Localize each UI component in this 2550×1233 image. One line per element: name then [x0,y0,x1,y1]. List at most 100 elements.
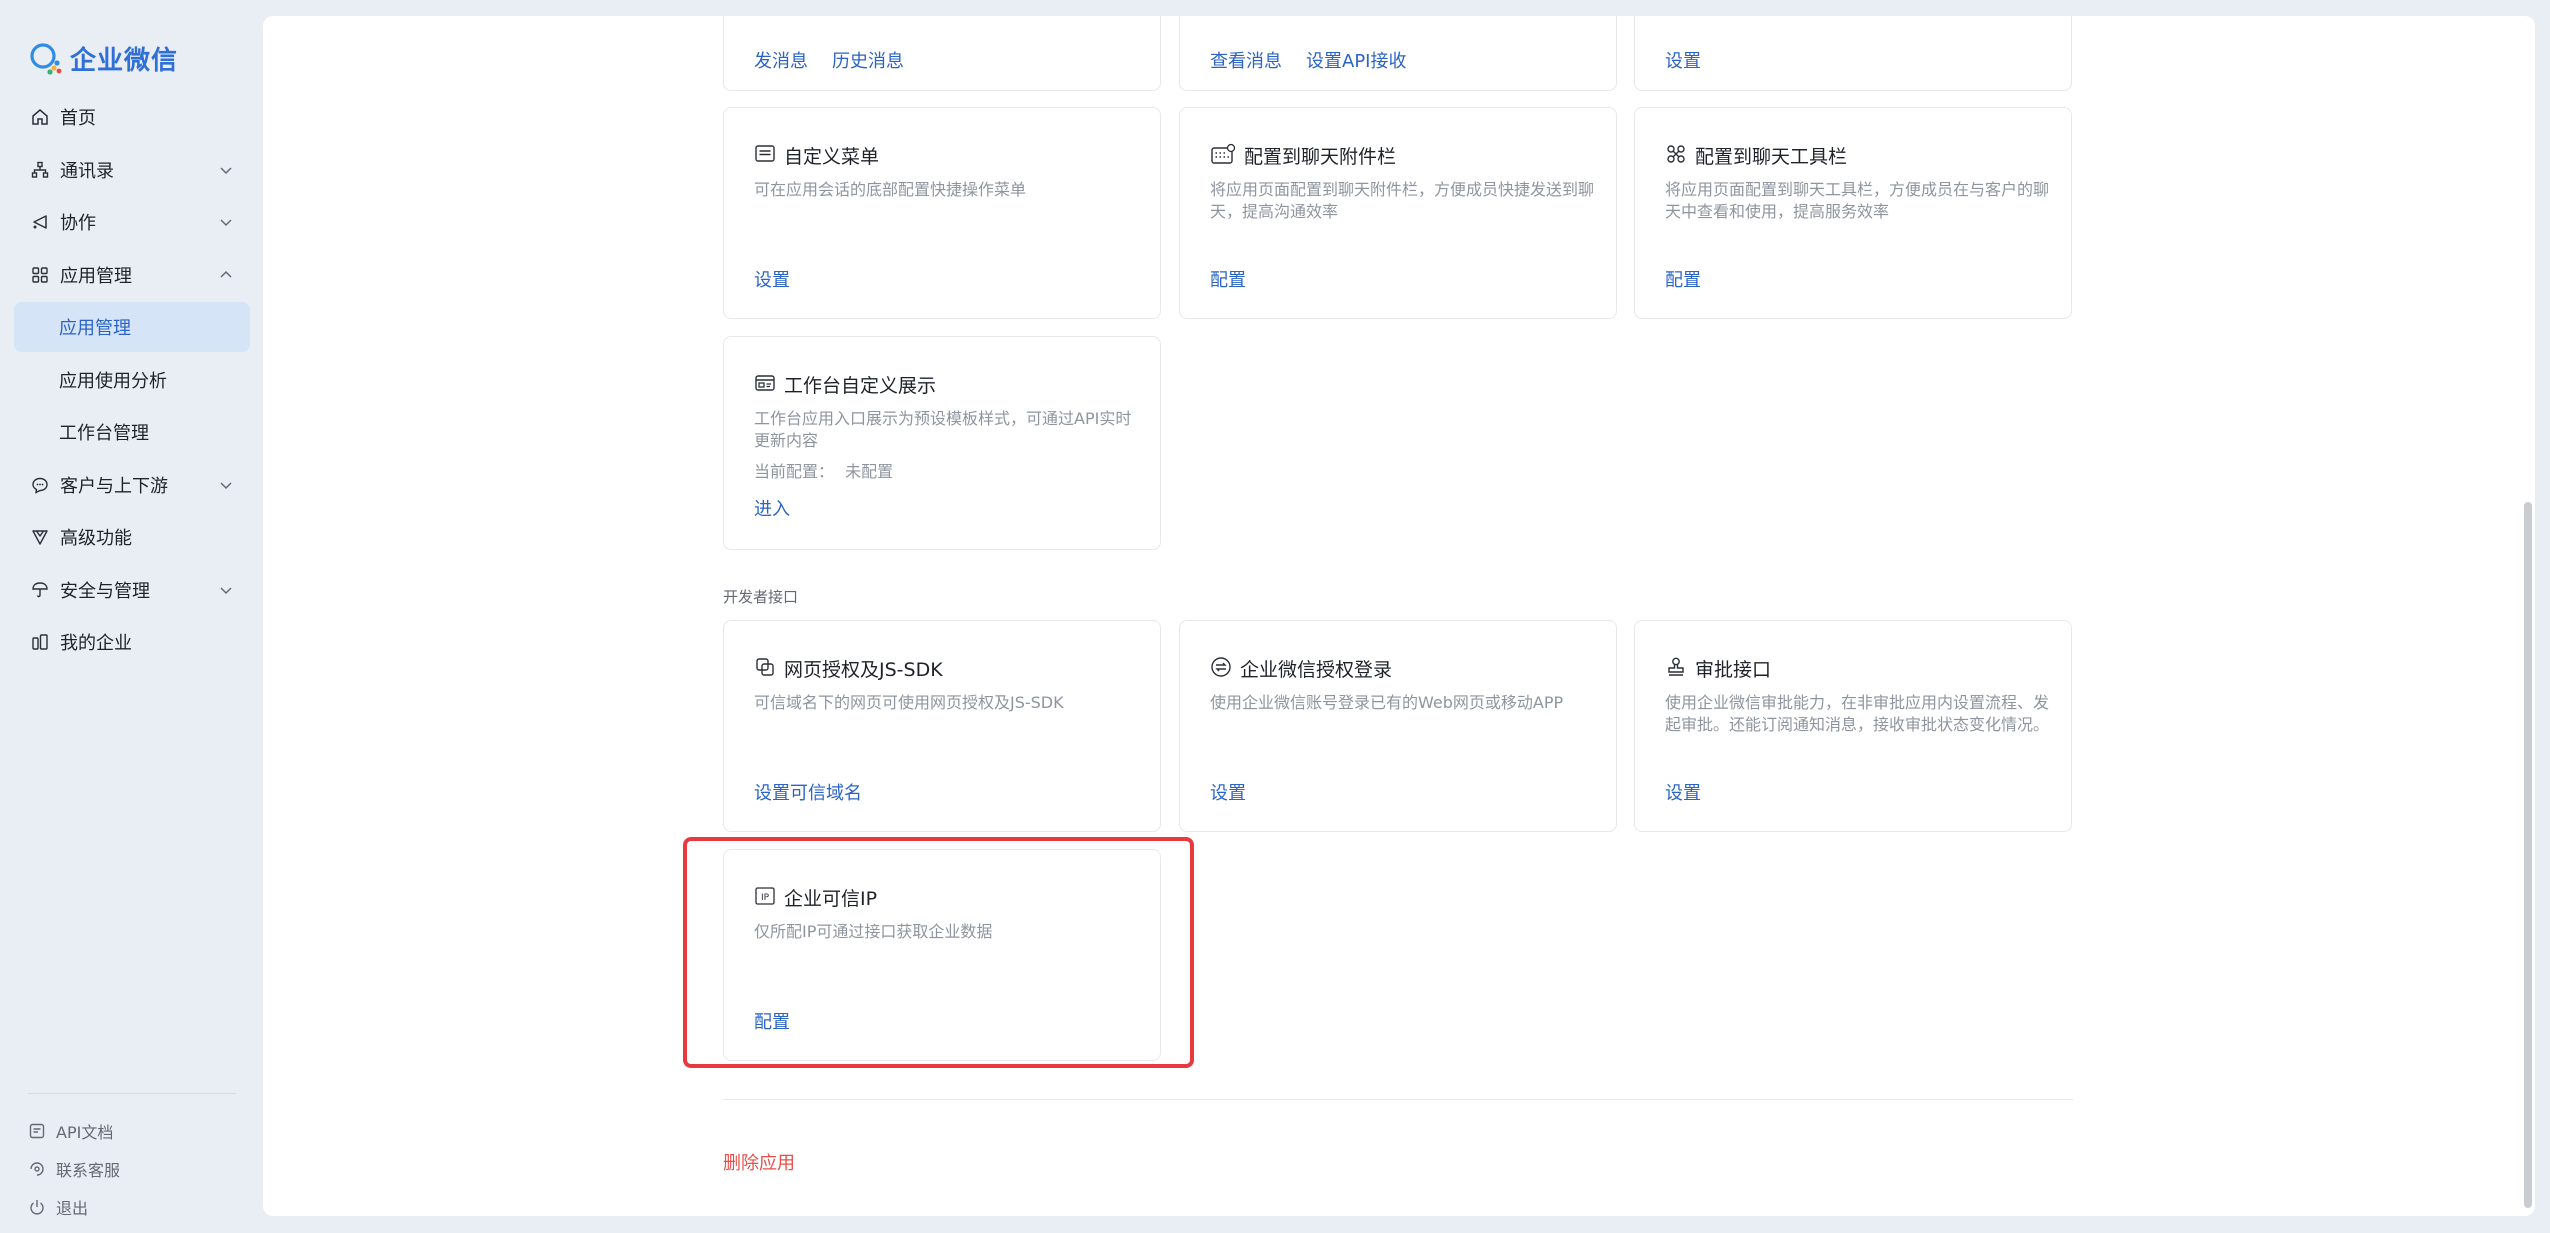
collab-icon [30,212,50,232]
set-api-receive-link[interactable]: 设置API接收 [1306,47,1406,73]
message-history-link[interactable]: 历史消息 [832,47,904,73]
sidebar-item-label: 首页 [60,108,96,129]
sidebar-item-app-management[interactable]: 应用管理 [14,250,250,300]
sidebar-item-label: 协作 [60,213,96,234]
scrollbar[interactable] [2519,16,2535,1216]
card-desc: 使用企业微信账号登录已有的Web网页或移动APP [1210,693,1564,712]
sidebar-item-label: 工作台管理 [59,423,149,444]
card-jssdk: 网页授权及JS-SDK 可信域名下的网页可使用网页授权及JS-SDK 设置可信域… [723,620,1161,832]
card-title: 自定义菜单 [784,146,880,168]
view-messages-link[interactable]: 查看消息 [1210,47,1282,73]
card-title: 配置到聊天工具栏 [1695,146,1848,168]
sidebar-item-my-company[interactable]: 我的企业 [14,617,250,667]
card-desc: 工作台应用入口展示为预设模板样式，可通过API实时更新内容 [754,409,1132,450]
sidebar-subitem-workbench[interactable]: 工作台管理 [14,407,250,457]
menu-settings-link[interactable]: 设置 [754,266,790,292]
card-top-settings: 设置 [1634,16,2072,91]
set-trusted-domain-link[interactable]: 设置可信域名 [754,779,862,805]
customer-icon [30,475,50,495]
section-title-dev: 开发者接口 [723,588,799,606]
card-trusted-ip: IP 企业可信IP 仅所配IP可通过接口获取企业数据 配置 [723,849,1161,1061]
card-wecom-login: 企业微信授权登录 使用企业微信账号登录已有的Web网页或移动APP 设置 [1179,620,1617,832]
sidebar-item-label: 应用使用分析 [59,370,167,392]
card-approval-api: 审批接口 使用企业微信审批能力，在非审批应用内设置流程、发起审批。还能订阅通知消… [1634,620,2072,832]
sidebar-item-label: 通讯录 [60,160,114,182]
logout-link[interactable]: 退出 [28,1188,236,1226]
ip-icon: IP [754,885,776,911]
card-title: 企业微信授权登录 [1240,659,1393,681]
bottom-item-label: API文档 [56,1123,114,1142]
send-message-link[interactable]: 发消息 [754,47,808,73]
card-title: 工作台自定义展示 [784,375,937,397]
login-settings-link[interactable]: 设置 [1210,779,1246,805]
status-label: 当前配置： [754,462,835,481]
status-value: 未配置 [845,462,894,481]
sidebar-item-label: 客户与上下游 [60,475,168,497]
company-icon [30,632,50,652]
card-desc: 可在应用会话的底部配置快捷操作菜单 [754,180,1027,199]
card-chat-toolbar: 配置到聊天工具栏 将应用页面配置到聊天工具栏，方便成员在与客户的聊天中查看和使用… [1634,107,2072,319]
apps-icon [30,265,50,285]
card-chat-attachment: 配置到聊天附件栏 将应用页面配置到聊天附件栏，方便成员快捷发送到聊天，提高沟通效… [1179,107,1617,319]
sidebar-item-label: 应用管理 [59,318,131,339]
workbench-enter-link[interactable]: 进入 [754,495,790,521]
chevron-up-icon [216,265,236,285]
sidebar-item-customers[interactable]: 客户与上下游 [14,460,250,510]
sidebar-item-advanced[interactable]: 高级功能 [14,512,250,562]
toolbar-icon [1665,143,1687,169]
sidebar-item-label: 应用管理 [60,265,132,287]
sidebar-subitem-app-management[interactable]: 应用管理 [14,302,250,352]
card-desc: 将应用页面配置到聊天工具栏，方便成员在与客户的聊天中查看和使用，提高服务效率 [1665,180,2050,221]
card-title: 配置到聊天附件栏 [1244,146,1397,168]
brand-name: 企业微信 [70,45,179,76]
chevron-down-icon [216,580,236,600]
scrollbar-thumb[interactable] [2524,502,2532,1208]
card-title: 审批接口 [1695,659,1772,681]
doc-icon [28,1122,46,1140]
api-docs-link[interactable]: API文档 [28,1112,236,1150]
delete-app-button[interactable]: 删除应用 [723,1149,795,1175]
bottom-item-label: 退出 [56,1199,89,1218]
home-icon [30,107,50,127]
contact-support-link[interactable]: 联系客服 [28,1150,236,1188]
card-desc: 仅所配IP可通过接口获取企业数据 [754,922,993,941]
chevron-down-icon [216,160,236,180]
sidebar-item-contacts[interactable]: 通讯录 [14,145,250,195]
trusted-ip-config-link[interactable]: 配置 [754,1008,790,1034]
menu-icon [754,143,776,169]
wecom-logo-icon [28,41,62,75]
sidebar-item-label: 高级功能 [60,528,132,549]
security-icon [30,580,50,600]
sidebar-item-label: 安全与管理 [60,580,150,602]
card-desc: 可信域名下的网页可使用网页授权及JS-SDK [754,693,1064,712]
card-receive: 查看消息 设置API接收 [1179,16,1617,91]
settings-link[interactable]: 设置 [1665,47,1701,73]
attachment-bar-icon [1210,143,1236,169]
sidebar-item-home[interactable]: 首页 [14,92,250,142]
divider [723,1099,2073,1100]
main-content: 发消息 历史消息 查看消息 设置API接收 设置 自定义菜单 可在应用会话的底部… [263,16,2535,1216]
toolbar-config-link[interactable]: 配置 [1665,266,1701,292]
sidebar-item-security[interactable]: 安全与管理 [14,565,250,615]
approval-settings-link[interactable]: 设置 [1665,779,1701,805]
sidebar-subitem-usage-analysis[interactable]: 应用使用分析 [14,355,250,405]
sidebar-footer: API文档 联系客服 退出 [28,1093,236,1226]
svg-text:IP: IP [761,893,770,903]
power-icon [28,1198,46,1216]
sidebar-item-collab[interactable]: 协作 [14,197,250,247]
bottom-item-label: 联系客服 [56,1161,121,1180]
attachment-config-link[interactable]: 配置 [1210,266,1246,292]
chevron-down-icon [216,212,236,232]
support-icon [28,1160,46,1178]
sidebar: 企业微信 首页 通讯录 协作 应用管理 应用管理 应用使用分析 工作台管理 客户… [0,0,262,1233]
auth-login-icon [1210,656,1232,682]
contacts-icon [30,160,50,180]
workbench-status: 当前配置： 未配置 [754,458,893,482]
sidebar-item-label: 我的企业 [60,633,132,654]
advanced-icon [30,527,50,547]
card-workbench-display: 工作台自定义展示 工作台应用入口展示为预设模板样式，可通过API实时更新内容 当… [723,336,1161,550]
sidebar-nav: 首页 通讯录 协作 应用管理 应用管理 应用使用分析 工作台管理 客户与上下游 … [14,92,250,670]
brand-logo[interactable]: 企业微信 [28,40,178,76]
workbench-icon [754,372,776,398]
card-title: 企业可信IP [784,888,878,910]
